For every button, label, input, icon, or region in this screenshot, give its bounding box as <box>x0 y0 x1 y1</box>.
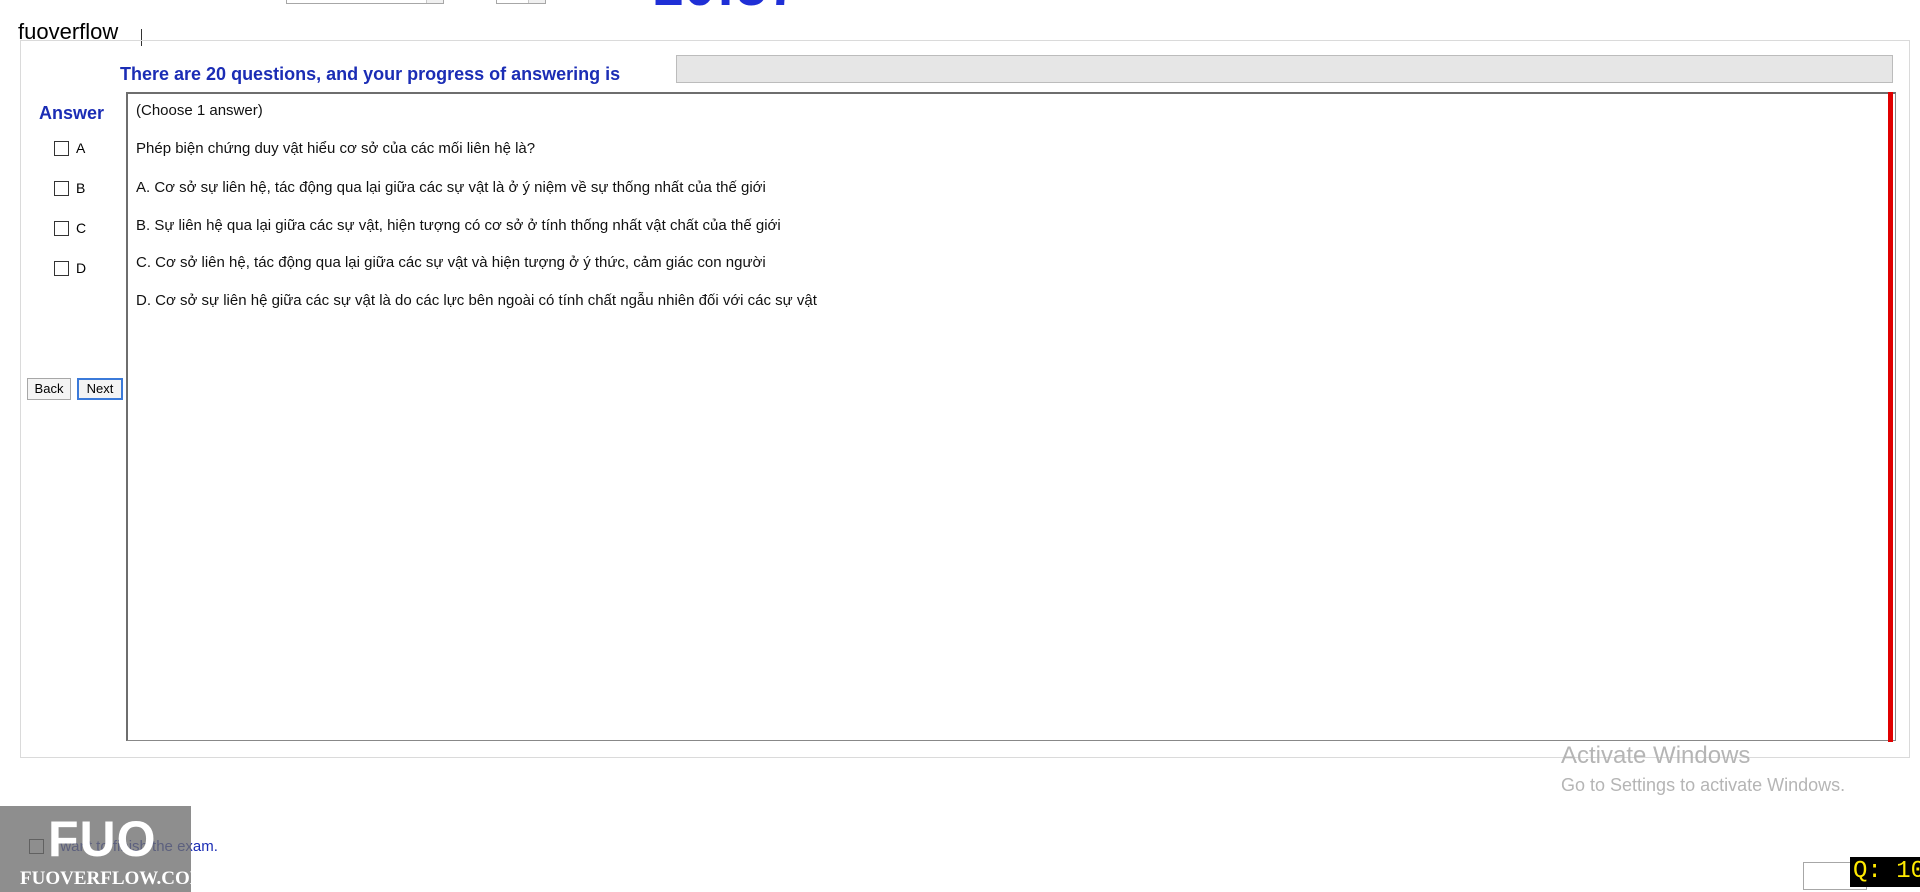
answer-title: Answer <box>39 103 105 123</box>
activate-windows-subtitle: Go to Settings to activate Windows. <box>1561 775 1846 795</box>
answer-option-b[interactable]: B <box>54 178 85 198</box>
answer-option-a[interactable]: A <box>54 138 85 158</box>
next-button[interactable]: Next <box>77 378 123 400</box>
option-letter: D <box>76 260 87 276</box>
checkbox[interactable] <box>54 180 69 196</box>
exam-code-field[interactable] <box>286 0 444 4</box>
option-letter: B <box>76 180 86 196</box>
logo-mark: FUO <box>48 811 157 867</box>
progress-label: There are 20 questions, and your progres… <box>120 64 621 84</box>
choice-c: C. Cơ sở liên hệ, tác động qua lại giữa … <box>136 254 766 271</box>
answer-option-c[interactable]: C <box>54 218 86 238</box>
checkbox[interactable] <box>54 140 69 156</box>
answer-option-d[interactable]: D <box>54 258 86 278</box>
question-instruction: (Choose 1 answer) <box>136 102 263 119</box>
font-size-field[interactable] <box>496 0 546 4</box>
choice-d: D. Cơ sở sự liên hệ giữa các sự vật là d… <box>136 292 817 309</box>
choice-a: A. Cơ sở sự liên hệ, tác động qua lại gi… <box>136 179 766 196</box>
dropdown-arrow-icon[interactable] <box>528 0 545 3</box>
next-label: Next <box>86 381 114 396</box>
checkbox[interactable] <box>54 260 69 276</box>
checkbox[interactable] <box>54 220 69 236</box>
dropdown-arrow-icon[interactable] <box>426 0 443 3</box>
back-button[interactable]: Back <box>27 378 71 400</box>
choice-b: B. Sự liên hệ qua lại giữa các sự vật, h… <box>136 217 781 234</box>
option-letter: A <box>76 140 86 156</box>
progress-bar <box>676 55 1893 83</box>
option-letter: C <box>76 220 87 236</box>
activate-windows-title: Activate Windows <box>1561 742 1751 769</box>
question-counter: Q: 10 <box>1850 857 1920 887</box>
logo-text: FUOVERFLOW.COM <box>20 868 208 889</box>
fuoverflow-logo: FUO FUOVERFLOW.COM <box>0 806 208 892</box>
question-text: Phép biện chứng duy vật hiểu cơ sở của c… <box>136 140 536 157</box>
scrollbar[interactable] <box>1888 92 1893 742</box>
countdown-timer: 10:57 <box>652 0 800 16</box>
